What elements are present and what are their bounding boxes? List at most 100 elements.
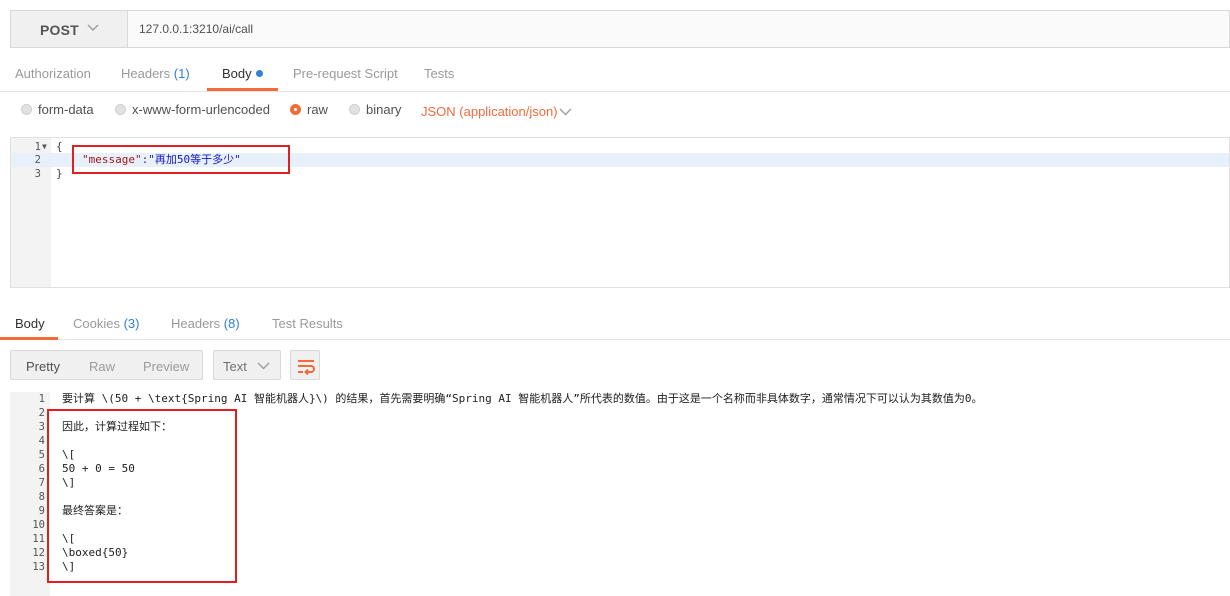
format-label: Text (223, 359, 247, 374)
request-url-bar: POST (10, 10, 1230, 48)
response-text: 50 + 0 = 50 (62, 462, 135, 475)
editor-line-active: 2 "message":"再加50等于多少" (11, 153, 1229, 167)
code-text: "message":"再加50等于多少" (82, 153, 241, 167)
radio-circle (115, 104, 126, 115)
line-number: 2 (34, 154, 41, 166)
response-text: 要计算 \(50 + \text{Spring AI 智能机器人}\) 的结果，… (62, 392, 983, 405)
radio-label: binary (366, 102, 402, 117)
line-number: 1 (34, 141, 41, 153)
tab-pre-request-script[interactable]: Pre-request Script (293, 66, 398, 81)
tab-response-body[interactable]: Body (15, 316, 45, 331)
line-number: 1 (38, 393, 45, 405)
chevron-down-icon (257, 362, 270, 370)
response-line: 1 要计算 \(50 + \text{Spring AI 智能机器人}\) 的结果… (10, 392, 1230, 406)
response-line: 10 (10, 518, 1230, 532)
tab-label: Headers (121, 66, 171, 81)
response-text: \] (62, 476, 76, 489)
view-mode-group: Pretty Raw Preview (10, 350, 203, 380)
json-key: "message" (82, 153, 142, 166)
tab-response-headers[interactable]: Headers (8) (171, 316, 240, 331)
response-tabs: Body Cookies (3) Headers (8) Test Result… (0, 306, 1230, 340)
url-input[interactable] (128, 11, 1228, 47)
tab-tests[interactable]: Tests (424, 66, 454, 81)
format-dropdown[interactable]: Text (213, 350, 281, 380)
line-number: 2 (38, 407, 45, 419)
active-tab-indicator (207, 88, 278, 91)
line-number: 3 (38, 421, 45, 433)
response-line: 11 \[ (10, 532, 1230, 546)
tab-authorization[interactable]: Authorization (15, 66, 91, 81)
line-number: 4 (38, 435, 45, 447)
json-value: "再加50等于多少" (148, 153, 241, 166)
pretty-button[interactable]: Pretty (26, 359, 60, 374)
response-text: \[ (62, 448, 76, 461)
line-number: 12 (32, 547, 45, 559)
chevron-down-icon[interactable] (559, 106, 572, 118)
response-text: \] (62, 560, 76, 573)
tab-count: (1) (173, 66, 190, 81)
tab-label: Headers (171, 316, 221, 331)
response-line: 5 \[ (10, 448, 1230, 462)
raw-button[interactable]: Raw (89, 359, 115, 374)
method-label: POST (40, 22, 79, 38)
preview-button[interactable]: Preview (143, 359, 189, 374)
modified-dot-icon (255, 70, 263, 77)
tab-count: (8) (223, 316, 240, 331)
response-body-viewer[interactable]: 1 要计算 \(50 + \text{Spring AI 智能机器人}\) 的结果… (10, 392, 1230, 596)
line-number: 11 (32, 533, 45, 545)
tab-label: Body (15, 316, 45, 331)
tab-body[interactable]: Body (222, 66, 263, 81)
tab-headers[interactable]: Headers (1) (121, 66, 190, 81)
radio-circle (349, 104, 360, 115)
line-number: 9 (38, 505, 45, 517)
radio-label: x-www-form-urlencoded (132, 102, 270, 117)
code-text: { (56, 140, 63, 153)
tab-label: Body (222, 66, 252, 81)
radio-circle (21, 104, 32, 115)
response-line: 4 (10, 434, 1230, 448)
tab-label: Test Results (272, 316, 343, 331)
response-line: 12 \boxed{50} (10, 546, 1230, 560)
line-number: 5 (38, 449, 45, 461)
response-line: 8 (10, 490, 1230, 504)
response-line: 2 (10, 406, 1230, 420)
fold-arrow-icon[interactable]: ▼ (42, 140, 47, 154)
tab-label: Authorization (15, 66, 91, 81)
line-number: 6 (38, 463, 45, 475)
response-line: 6 50 + 0 = 50 (10, 462, 1230, 476)
tab-label: Pre-request Script (293, 66, 398, 81)
editor-line: 3 } (11, 167, 1229, 181)
tab-test-results[interactable]: Test Results (272, 316, 343, 331)
response-text: 最终答案是： (62, 504, 128, 517)
radio-label: form-data (38, 102, 94, 117)
code-text: } (56, 167, 63, 180)
tab-count: (3) (123, 316, 140, 331)
line-number: 10 (32, 519, 45, 531)
active-tab-indicator (0, 337, 58, 340)
line-number: 8 (38, 491, 45, 503)
response-text: 因此，计算过程如下： (62, 420, 172, 433)
request-tabs: Authorization Headers (1) Body Pre-reque… (0, 56, 1230, 92)
chevron-down-icon (87, 24, 99, 32)
body-type-row: form-data x-www-form-urlencoded raw bina… (0, 96, 1230, 130)
response-text: \boxed{50} (62, 546, 129, 559)
wrap-lines-button[interactable] (290, 350, 320, 380)
response-line: 3 因此，计算过程如下： (10, 420, 1230, 434)
line-number: 3 (34, 168, 41, 180)
response-line: 9 最终答案是： (10, 504, 1230, 518)
radio-label: raw (307, 102, 328, 117)
radio-circle-selected (290, 104, 301, 115)
content-type-dropdown[interactable]: JSON (application/json) (421, 104, 558, 119)
method-dropdown[interactable]: POST (11, 11, 128, 47)
response-line: 7 \] (10, 476, 1230, 490)
response-toolbar: Pretty Raw Preview Text (10, 350, 510, 382)
request-body-editor[interactable]: 1 ▼ { 2 "message":"再加50等于多少" 3 } (10, 137, 1230, 288)
tab-label: Tests (424, 66, 455, 81)
response-line: 13 \] (10, 560, 1230, 574)
line-number: 7 (38, 477, 45, 489)
response-text: \[ (62, 532, 76, 545)
editor-line: 1 ▼ { (11, 140, 1229, 154)
tab-cookies[interactable]: Cookies (3) (73, 316, 139, 331)
tab-label: Cookies (73, 316, 120, 331)
wrap-lines-icon (298, 360, 315, 375)
